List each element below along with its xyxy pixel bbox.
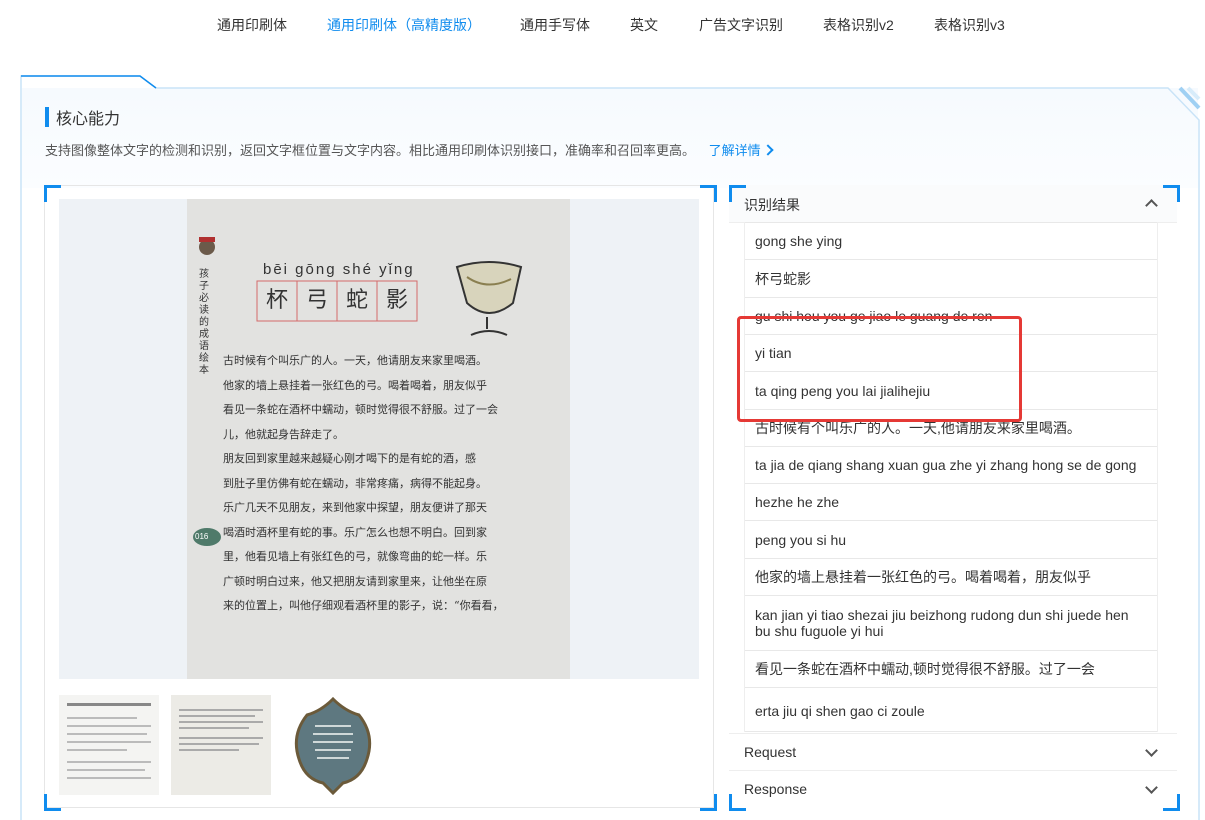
frame-corner-bottom-right [700, 794, 717, 811]
panel-header-background [22, 88, 1198, 188]
title-pinyin: bēi gōng shé yǐng [263, 261, 415, 278]
document-preview-icon [67, 703, 151, 779]
result-text: 杯弓蛇影 [755, 270, 811, 287]
learn-more-label: 了解详情 [708, 143, 761, 158]
body-line: 广顿时明白过来，他又把朋友请到家里来，让他坐在原 [223, 574, 487, 588]
list-item: 他家的墙上悬挂着一张红色的弓。喝着喝着，朋友似乎 [745, 559, 1157, 596]
results-corner-top-left [729, 185, 746, 202]
body-line: 古时候有个叫乐广的人。一天，他请朋友来家里喝酒。 [223, 354, 487, 367]
ocr-type-tabs: 通用印刷体 通用印刷体（高精度版） 通用手写体 英文 广告文字识别 表格识别v2… [0, 0, 1205, 48]
results-list[interactable]: bei gong she ying 杯弓蛇影 gu shi hou you ge… [744, 222, 1158, 732]
thumbnail-sample-1[interactable] [59, 695, 159, 795]
frame-corner-top-right [700, 185, 717, 202]
section-description: 支持图像整体文字的检测和识别，返回文字框位置与文字内容。相比通用印刷体识别接口，… [45, 140, 774, 159]
description-text: 支持图像整体文字的检测和识别，返回文字框位置与文字内容。相比通用印刷体识别接口，… [45, 143, 696, 158]
recognition-results-panel: 识别结果 bei gong she ying 杯弓蛇影 gu shi hou y… [729, 185, 1177, 808]
results-corner-top-right [1163, 185, 1180, 202]
response-label: Response [744, 781, 808, 797]
tab-general-print[interactable]: 通用印刷体 [217, 15, 287, 35]
document-preview-icon [179, 709, 263, 751]
body-line: 儿，他就起身告辞走了。 [223, 427, 344, 441]
title-accent-bar [45, 107, 49, 127]
body-line: 到肚子里仿佛有蛇在蠕动，非常疼痛，病得不能起身。 [223, 476, 487, 490]
frame-corner-bottom-left [44, 794, 61, 811]
results-corner-bottom-right [1163, 794, 1180, 811]
response-accordion[interactable]: Response [729, 770, 1177, 808]
result-text: peng you si hu [755, 531, 847, 548]
chevron-up-icon[interactable] [1145, 199, 1158, 212]
tab-english[interactable]: 英文 [630, 15, 658, 35]
results-corner-bottom-left [729, 794, 746, 811]
title-characters: 杯 弓 蛇 影 [257, 281, 417, 321]
thumbnail-sample-3[interactable] [283, 695, 383, 795]
list-item: erta jiu qi shen gao ci zoule [745, 688, 1157, 732]
tab-handwriting[interactable]: 通用手写体 [520, 15, 590, 35]
result-text: 他家的墙上悬挂着一张红色的弓。喝着喝着，朋友似乎 [755, 569, 1091, 585]
thumbnail-sample-2[interactable] [171, 695, 271, 795]
list-item: 看见一条蛇在酒杯中蠕动,顿时觉得很不舒服。过了一会 [745, 651, 1157, 688]
list-item: 杯弓蛇影 [745, 260, 1157, 298]
tab-ad-text[interactable]: 广告文字识别 [699, 15, 783, 35]
body-line: 朋友回到家里越来越疑心刚才喝下的是有蛇的酒，感 [223, 452, 476, 465]
section-title: 核心能力 [45, 106, 120, 128]
tab-table-v3[interactable]: 表格识别v3 [934, 15, 1005, 35]
highlight-box [737, 316, 1022, 422]
main-sample-image: bēi gōng shé yǐng 杯 弓 蛇 影 孩子必读的成语绘本 016 … [59, 199, 699, 679]
result-text: kan jian yi tiao shezai jiu beizhong rud… [755, 607, 1129, 639]
list-item: gong she ying [745, 223, 1157, 260]
request-accordion[interactable]: Request [729, 733, 1177, 771]
chevron-down-icon[interactable] [1145, 744, 1158, 757]
list-item: hezhe he zhe [745, 484, 1157, 521]
body-line: 来的位置上，叫他仔细观看酒杯里的影子，说：“你看看， [223, 599, 504, 612]
results-header-label: 识别结果 [744, 197, 800, 213]
body-line: 看见一条蛇在酒杯中蠕动，顿时觉得很不舒服。过了一会 [223, 403, 498, 416]
chevron-right-icon [761, 144, 774, 156]
body-line: 他家的墙上悬挂着一张红色的弓。喝着喝着，朋友似乎 [223, 378, 487, 392]
result-text: ta jia de qiang shang xuan gua zhe yi zh… [755, 457, 1137, 473]
learn-more-link[interactable]: 了解详情 [708, 143, 774, 158]
result-text: 看见一条蛇在酒杯中蠕动,顿时觉得很不舒服。过了一会 [755, 661, 1095, 677]
result-text: gong she ying [755, 233, 843, 249]
title-char: 杯 [265, 288, 288, 313]
body-line: 乐广几天不见朋友，来到他家中探望，朋友便讲了那天 [223, 501, 487, 514]
body-line: 里，他看见墙上有张红色的弓，就像弯曲的蛇一样。乐 [223, 550, 487, 563]
list-item: kan jian yi tiao shezai jiu beizhong rud… [745, 596, 1157, 651]
book-page: bēi gōng shé yǐng 杯 弓 蛇 影 孩子必读的成语绘本 016 … [187, 199, 570, 679]
results-header[interactable]: 识别结果 [729, 185, 1177, 223]
page-number: 016 [195, 532, 209, 541]
body-line: 喝酒时酒杯里有蛇的事。乐广怎么也想不明白。回到家 [223, 525, 487, 539]
title-char: 蛇 [345, 288, 368, 313]
section-title-text: 核心能力 [56, 111, 121, 128]
tab-general-print-high-precision[interactable]: 通用印刷体（高精度版） [327, 15, 481, 35]
result-text: erta jiu qi shen gao ci zoule [755, 703, 925, 719]
side-caption: 孩子必读的成语绘本 [199, 269, 209, 376]
title-char: 影 [385, 288, 408, 313]
page-body-text: 古时候有个叫乐广的人。一天，他请朋友来家里喝酒。 他家的墙上悬挂着一张红色的弓。… [223, 349, 555, 619]
chevron-down-icon[interactable] [1145, 781, 1158, 794]
list-item: peng you si hu [745, 521, 1157, 559]
tab-table-v2[interactable]: 表格识别v2 [823, 15, 894, 35]
result-text: hezhe he zhe [755, 494, 840, 510]
list-item: ta jia de qiang shang xuan gua zhe yi zh… [745, 447, 1157, 484]
request-label: Request [744, 744, 797, 760]
title-char: 弓 [305, 288, 328, 313]
plaque-preview-icon [294, 696, 372, 795]
